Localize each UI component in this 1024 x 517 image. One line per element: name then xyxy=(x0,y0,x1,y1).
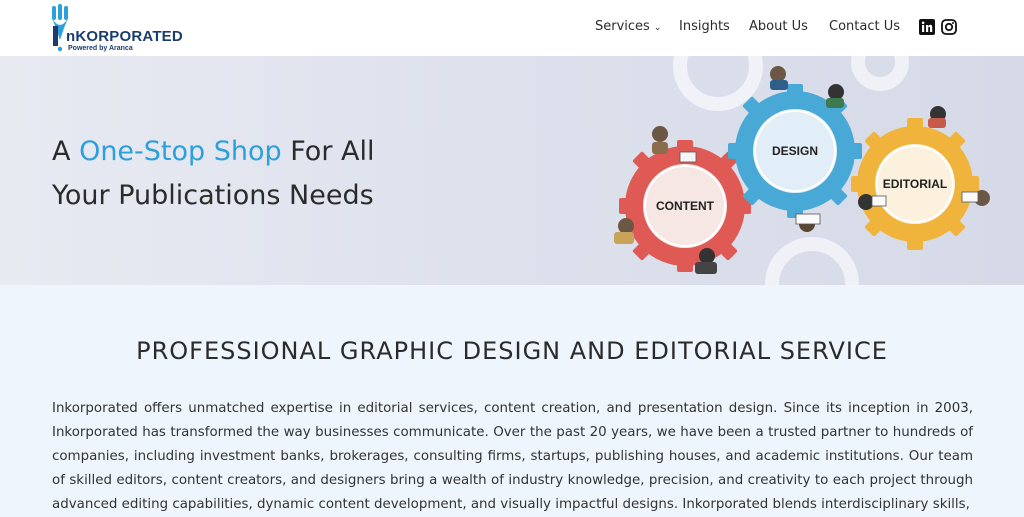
editorial-gear: EDITORIAL xyxy=(851,118,979,250)
chevron-down-icon: ⌄ xyxy=(653,23,662,33)
section-body: Inkorporated offers unmatched expertise … xyxy=(52,401,973,512)
hero-banner: A One-Stop Shop For All Your Publication… xyxy=(0,56,1024,285)
hero-heading: A One-Stop Shop For All Your Publication… xyxy=(52,130,432,218)
hero-title-prefix: A xyxy=(52,136,80,167)
brand-name: nKORPORATED xyxy=(66,28,183,45)
gear-label-design: DESIGN xyxy=(772,144,818,158)
brand-logo[interactable]: nKORPORATED Powered by Aranca xyxy=(50,4,183,54)
instagram-icon[interactable] xyxy=(941,19,957,35)
brand-tagline: Powered by Aranca xyxy=(68,45,133,52)
hero-title-accent: One-Stop Shop xyxy=(79,136,282,167)
gear-label-editorial: EDITORIAL xyxy=(883,177,947,191)
intro-section: PROFESSIONAL GRAPHIC DESIGN AND EDITORIA… xyxy=(0,285,1024,512)
nav-item-contact-us[interactable]: Contact Us xyxy=(829,19,900,34)
nav-item-insights[interactable]: Insights xyxy=(679,19,730,34)
gears-illustration: CONTENT DESIGN EDITORIAL xyxy=(614,56,990,285)
linkedin-icon[interactable] xyxy=(919,19,935,35)
nav-label-services: Services xyxy=(595,19,650,34)
section-heading: PROFESSIONAL GRAPHIC DESIGN AND EDITORIA… xyxy=(136,337,888,365)
gear-label-content: CONTENT xyxy=(656,199,715,213)
site-header: nKORPORATED Powered by Aranca Services ⌄ … xyxy=(0,0,1024,57)
nav-item-services[interactable]: Services ⌄ xyxy=(595,19,661,34)
nav-item-about-us[interactable]: About Us xyxy=(749,19,808,34)
